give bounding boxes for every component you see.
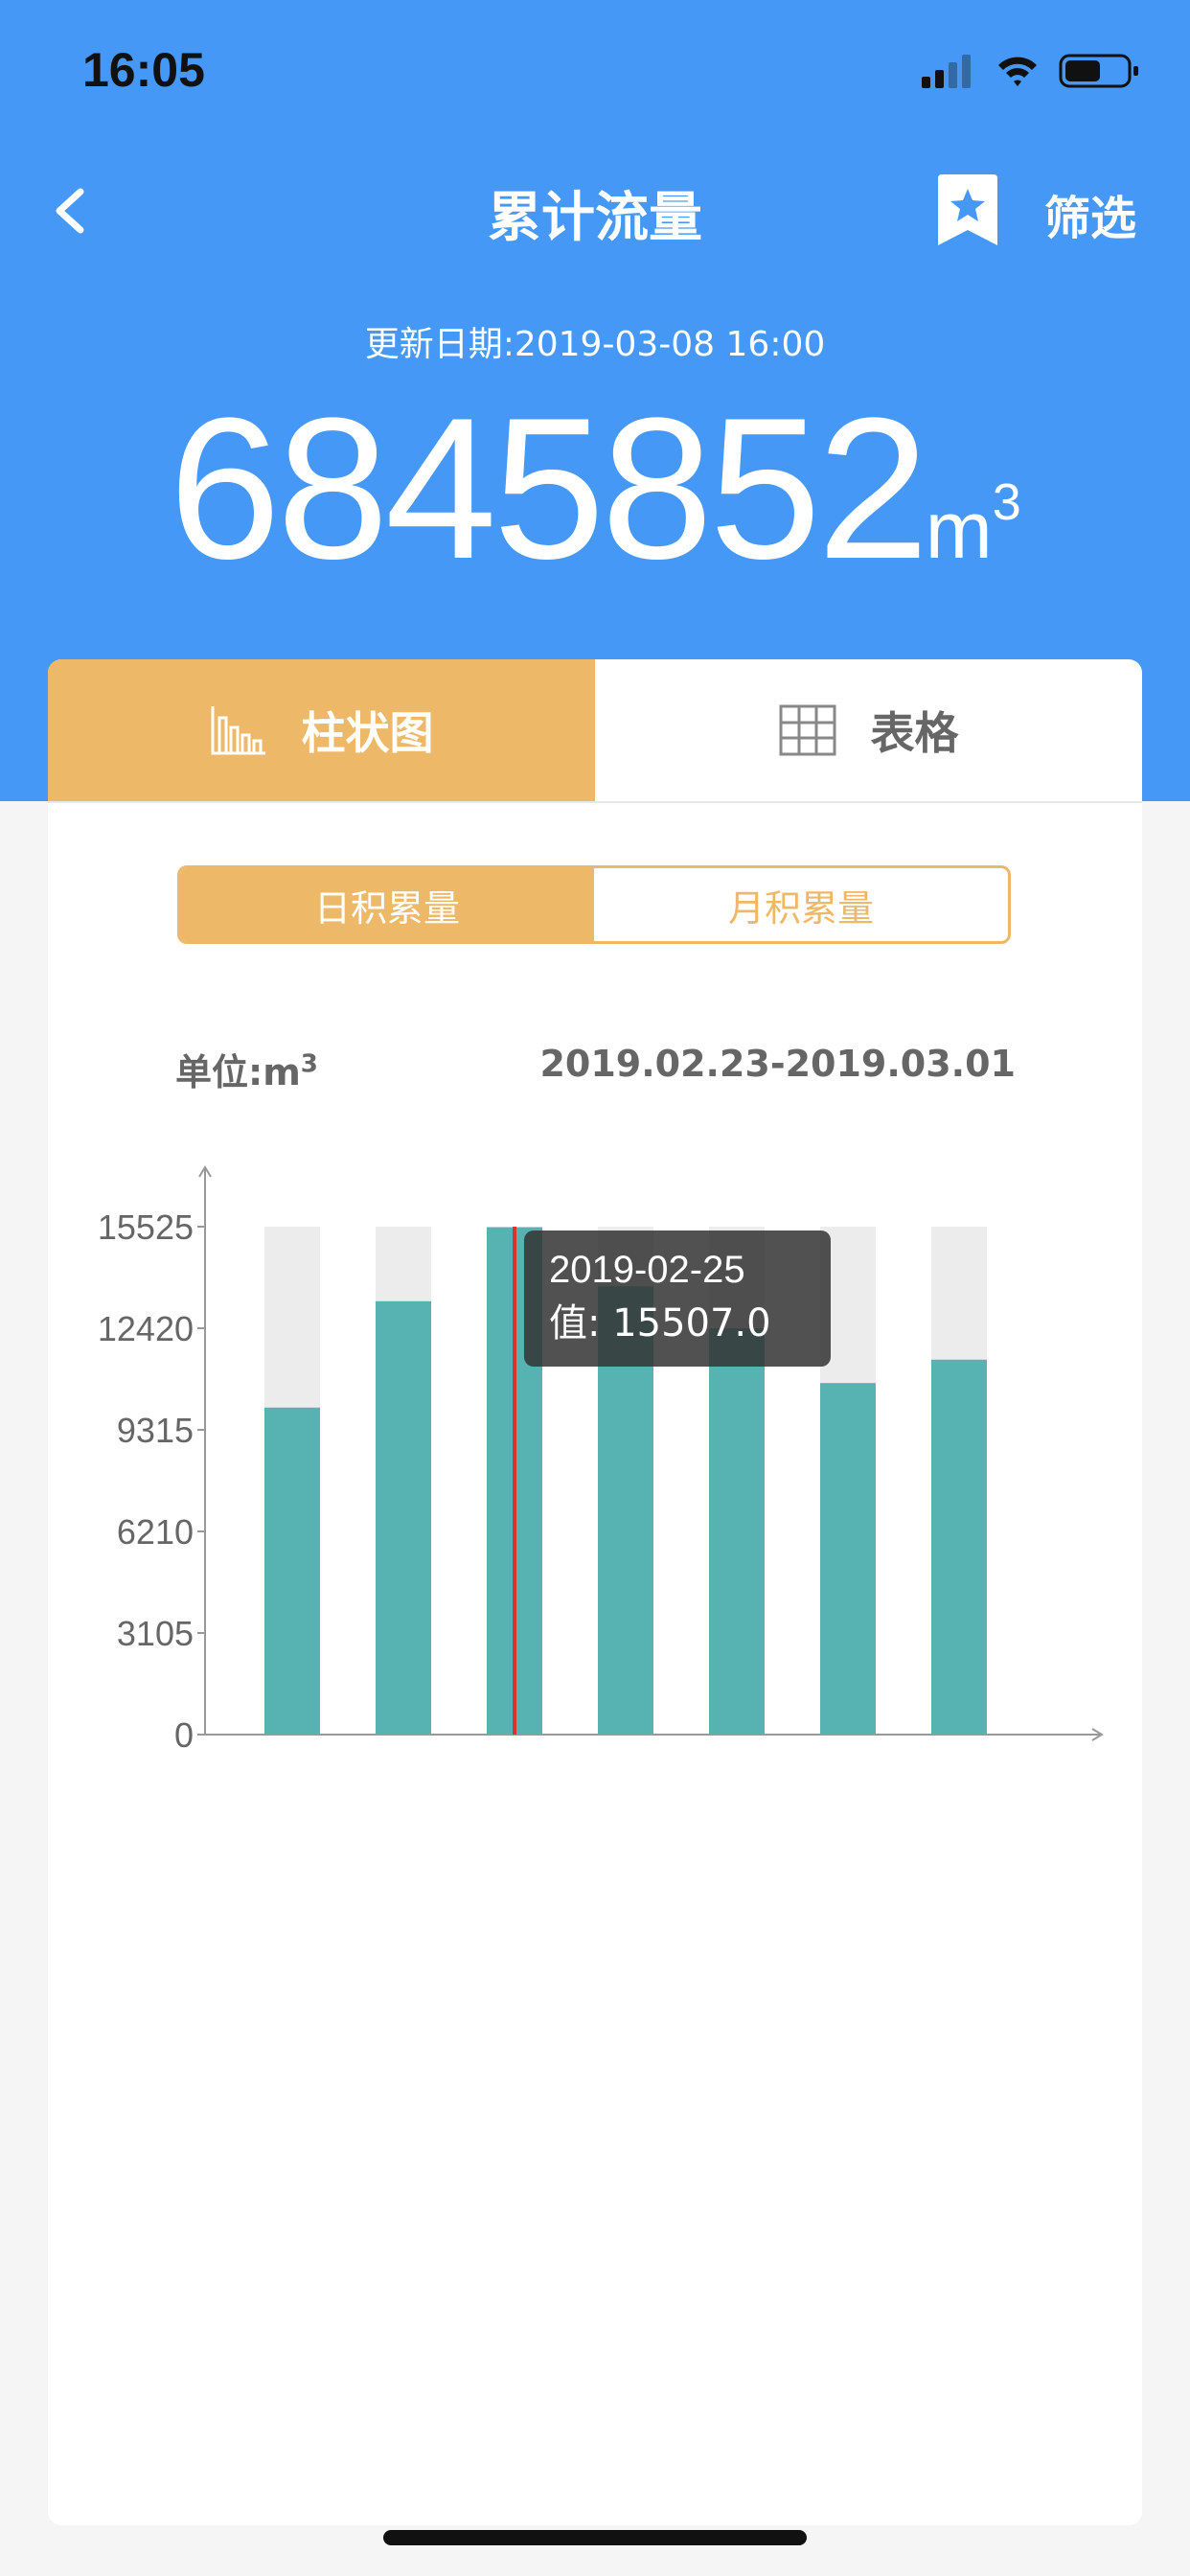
y-tick-label: 0 [174,1715,194,1755]
total-value: 6845852 [169,376,929,601]
table-grid-icon [779,704,835,756]
segment-monthly[interactable]: 月积累量 [594,868,1008,941]
bar-2019-02-24 [376,1300,431,1735]
battery-icon [1059,54,1138,88]
chart-card: 柱状图 表格 日积累量 月积累量 单位:m3 2019.02.23-2019.0… [48,659,1142,2525]
favorite-button[interactable] [934,172,1001,249]
status-time: 16:05 [82,43,205,97]
nav-bar: 累计流量 筛选 [0,153,1190,268]
bar-chart-icon [211,706,265,755]
tab-table[interactable]: 表格 [595,659,1142,801]
bar-2019-02-23 [264,1407,320,1735]
tooltip-date: 2019-02-25 [549,1249,745,1291]
update-date: 更新日期:2019-03-08 16:00 [364,325,826,364]
total-unit: m3 [925,473,1021,575]
filter-button[interactable]: 筛选 [1044,180,1136,247]
y-tick-label: 3105 [117,1614,194,1653]
y-tick-label: 15525 [98,1208,194,1247]
status-icons [922,50,1142,98]
signal-icon [922,55,971,88]
tab-bar-chart[interactable]: 柱状图 [48,659,595,801]
home-indicator [383,2530,807,2545]
accumulation-segment: 日积累量 月积累量 [177,865,1011,944]
page-title: 累计流量 [488,187,702,249]
bookmark-star-icon [938,174,997,245]
segment-daily[interactable]: 日积累量 [180,868,594,941]
total-flow: 6845852m3 [0,388,1190,589]
tab-bar-chart-label: 柱状图 [301,707,434,759]
y-tick-label: 9315 [117,1411,194,1450]
y-tick-label: 12420 [98,1309,194,1348]
chart-date-range: 2019.02.23-2019.03.01 [539,1043,1016,1085]
view-tabs: 柱状图 表格 [48,659,1142,803]
tooltip-value: 值: 15507.0 [549,1301,771,1346]
bar-chart[interactable]: 15525 12420 9315 6210 3105 0 2019-02-25 值: 155… [48,1100,1142,1790]
bar-2019-03-01 [931,1359,987,1735]
wifi-icon [998,57,1037,86]
chart-unit-label: 单位:m3 [175,1049,318,1093]
tab-table-label: 表格 [870,707,959,759]
status-bar: 16:05 [0,0,1190,144]
y-tick-label: 6210 [117,1512,194,1552]
bar-2019-02-27 [709,1328,765,1735]
bar-2019-02-28 [820,1383,876,1735]
